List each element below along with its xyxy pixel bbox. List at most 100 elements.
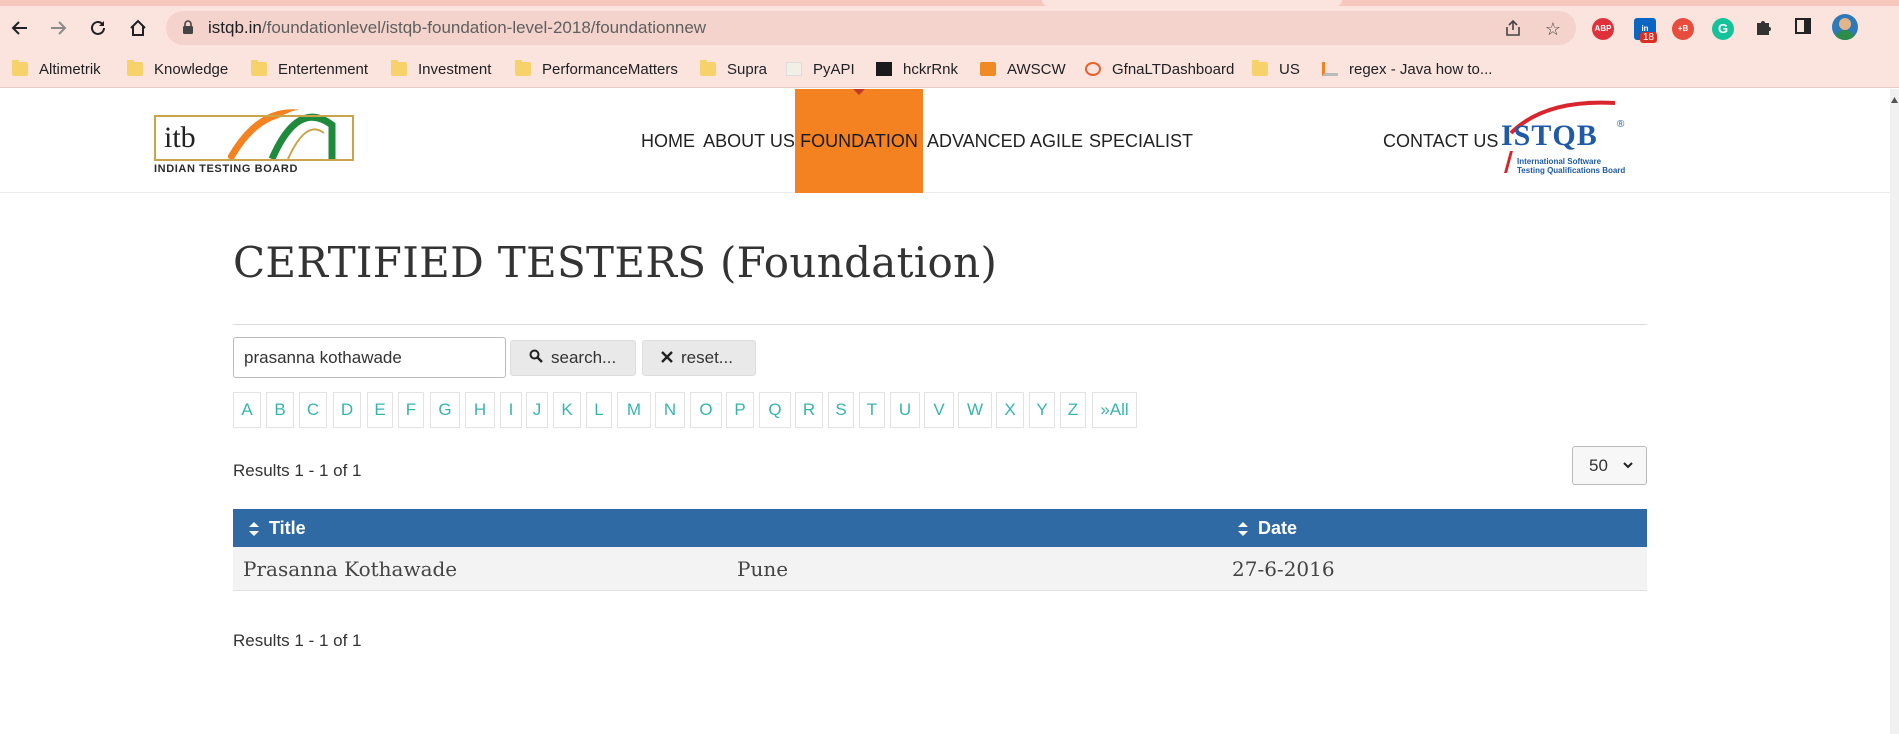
page-scrollbar[interactable] [1890, 89, 1899, 734]
folder-icon [127, 60, 143, 76]
close-icon [661, 348, 673, 368]
scroll-up-icon[interactable] [1891, 97, 1898, 103]
address-bar[interactable]: istqb.in/foundationlevel/istqb-foundatio… [166, 11, 1576, 45]
alpha-filter-a[interactable]: A [233, 392, 261, 428]
nav-foundation[interactable]: FOUNDATION [795, 89, 923, 193]
folder-icon [12, 60, 28, 76]
results-count-top: Results 1 - 1 of 1 [233, 461, 362, 480]
reset-button[interactable]: reset... [642, 340, 756, 376]
adblock-icon[interactable]: ABP [1592, 18, 1614, 40]
bookmark-label: GfnaLTDashboard [1112, 60, 1235, 78]
column-date-label: Date [1258, 518, 1298, 538]
bookmark-performancematters[interactable]: PerformanceMatters [515, 50, 678, 88]
grammarly-icon[interactable]: G [1712, 18, 1734, 40]
puzzle-icon[interactable] [1752, 17, 1774, 39]
bookmark-label: Supra [727, 60, 768, 78]
alpha-filter-n[interactable]: N [655, 392, 685, 428]
alpha-filter-d[interactable]: D [333, 392, 361, 428]
linkedin-badge: 18 [1640, 32, 1658, 43]
forward-icon[interactable] [42, 14, 74, 42]
alpha-filter-p[interactable]: P [726, 392, 754, 428]
itb-logo[interactable]: itb INDIAN TESTING BOARD [152, 99, 357, 179]
alpha-filter-i[interactable]: I [500, 392, 522, 428]
per-page-select[interactable]: 50 [1572, 446, 1647, 485]
alpha-filter-b[interactable]: B [266, 392, 294, 428]
bookmark-altimetrik[interactable]: Altimetrik [12, 50, 101, 88]
alpha-filter-j[interactable]: J [526, 392, 548, 428]
column-date[interactable]: Date [1238, 509, 1297, 547]
star-icon[interactable]: ☆ [1542, 18, 1564, 40]
bookmark-label: PyAPI [813, 60, 855, 78]
folder-icon [1252, 60, 1268, 76]
logo-tagline: INDIAN TESTING BOARD [154, 163, 298, 175]
bookmark-label: regex - Java how to... [1349, 60, 1493, 78]
nav-specialist[interactable]: SPECIALIST [1089, 89, 1193, 193]
lock-icon[interactable] [182, 20, 194, 34]
bookmark-investment[interactable]: Investment [391, 50, 491, 88]
alpha-filter-h[interactable]: H [465, 392, 495, 428]
alpha-filter-s[interactable]: S [828, 392, 854, 428]
alpha-filter-y[interactable]: Y [1029, 392, 1055, 428]
alpha-filter-r[interactable]: R [795, 392, 823, 428]
nav-about-us[interactable]: ABOUT US [703, 89, 795, 193]
nav-advanced[interactable]: ADVANCED [927, 89, 1026, 193]
per-page-value: 50 [1589, 456, 1608, 475]
bookmark-us[interactable]: US [1252, 50, 1300, 88]
results-count-bottom: Results 1 - 1 of 1 [233, 631, 362, 650]
bookmark-label: AWSCW [1007, 60, 1066, 78]
alpha-filter-x[interactable]: X [996, 392, 1024, 428]
alpha-filter-all[interactable]: »All [1092, 392, 1137, 428]
alpha-filter-w[interactable]: W [958, 392, 992, 428]
alpha-filter-t[interactable]: T [859, 392, 885, 428]
site-header: itb INDIAN TESTING BOARD HOME ABOUT US F… [0, 89, 1890, 193]
alpha-filter-g[interactable]: G [430, 392, 460, 428]
search-button[interactable]: search... [510, 340, 636, 376]
nav-contact-us[interactable]: CONTACT US [1383, 89, 1498, 193]
profile-icon[interactable] [1832, 14, 1858, 40]
alpha-filter-c[interactable]: C [299, 392, 327, 428]
bookmark-supra[interactable]: Supra [700, 50, 767, 88]
alpha-filter-o[interactable]: O [690, 392, 722, 428]
alpha-filter-k[interactable]: K [553, 392, 581, 428]
stackoverflow-icon [1322, 62, 1338, 76]
bookmark-hckrrnk[interactable]: hckrRnk [876, 50, 958, 88]
bookmark-knowledge[interactable]: Knowledge [127, 50, 228, 88]
bookmark-regex[interactable]: regex - Java how to... [1322, 50, 1492, 88]
alpha-filter-l[interactable]: L [586, 392, 612, 428]
istqb-logo[interactable]: ISTQB ® International Software Testing Q… [1497, 99, 1647, 181]
alpha-filter-v[interactable]: V [924, 392, 954, 428]
alpha-filter-e[interactable]: E [367, 392, 393, 428]
cell-city: Pune [737, 557, 789, 581]
bookmark-label: Investment [418, 60, 492, 78]
table-row[interactable]: Prasanna Kothawade Pune 27-6-2016 [233, 547, 1647, 591]
alpha-filter-m[interactable]: M [617, 392, 651, 428]
home-icon[interactable] [122, 14, 154, 42]
bookmark-gfnaltdashboard[interactable]: GfnaLTDashboard [1085, 50, 1234, 88]
column-title[interactable]: Title [249, 509, 306, 547]
back-icon[interactable] [4, 14, 36, 42]
bookmark-entertenment[interactable]: Entertenment [251, 50, 368, 88]
column-title-label: Title [269, 518, 306, 538]
alpha-filter-q[interactable]: Q [759, 392, 791, 428]
alpha-filter-f[interactable]: F [398, 392, 424, 428]
search-input[interactable] [233, 337, 506, 378]
pyapi-icon [786, 62, 802, 76]
extension-icon[interactable]: +B [1672, 18, 1694, 40]
nav-home[interactable]: HOME [640, 89, 696, 193]
nav-agile[interactable]: AGILE [1030, 89, 1083, 193]
bookmark-awscw[interactable]: AWSCW [980, 50, 1066, 88]
alpha-filter-u[interactable]: U [890, 392, 920, 428]
bookmark-label: US [1279, 60, 1300, 78]
alpha-filter-z[interactable]: Z [1060, 392, 1086, 428]
folder-icon [700, 60, 716, 76]
title-divider [233, 324, 1647, 325]
istqb-subtitle-line1: International Software [1517, 157, 1602, 166]
hackerrank-icon [876, 62, 892, 76]
url-text[interactable]: istqb.in/foundationlevel/istqb-foundatio… [208, 11, 706, 45]
bookmark-pyapi[interactable]: PyAPI [786, 50, 855, 88]
sidepanel-icon[interactable] [1792, 17, 1814, 39]
reload-icon[interactable] [82, 14, 114, 42]
bookmarks-bar: Altimetrik Knowledge Entertenment Invest… [0, 50, 1899, 88]
share-icon[interactable] [1502, 18, 1524, 40]
adblock-label: ABP [1594, 24, 1612, 33]
